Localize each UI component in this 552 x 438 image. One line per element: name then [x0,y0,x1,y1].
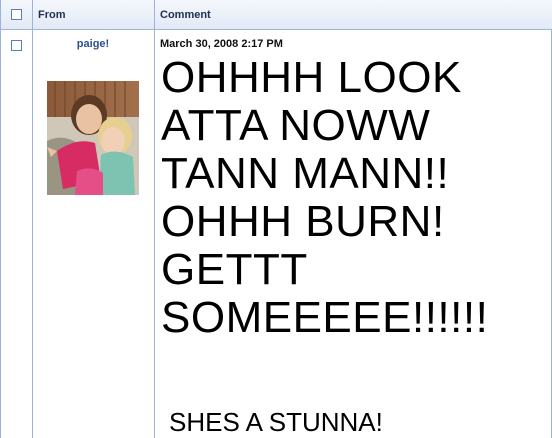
comment-column-header: Comment [160,9,211,21]
from-column-header: From [38,9,66,21]
column-divider [32,0,33,438]
user-photo-avatar[interactable] [47,81,139,195]
author-link[interactable]: paige! [32,38,154,50]
comment-line: OHHH BURN! [161,197,445,246]
comment-timestamp: March 30, 2008 2:17 PM [160,38,283,50]
comment-line: TANN MANN!! [161,149,450,198]
table-header: From Comment [1,0,552,30]
comment-line: ATTA NOWW [161,101,431,150]
comment-line: SOMEEEEE!!!!!! [161,293,489,342]
comment-body: OHHHH LOOK ATTA NOWW TANN MANN!! OHHH BU… [161,54,551,342]
column-divider [154,0,155,438]
comment-line: OHHHH LOOK [161,53,462,102]
select-all-checkbox[interactable] [11,9,22,20]
comment-line: GETTT [161,245,308,294]
row-select-checkbox[interactable] [11,40,22,51]
comment-signoff: SHES A STUNNA! [169,407,383,437]
comments-table: From Comment paige! March 30, 2008 2:17 … [0,0,552,438]
